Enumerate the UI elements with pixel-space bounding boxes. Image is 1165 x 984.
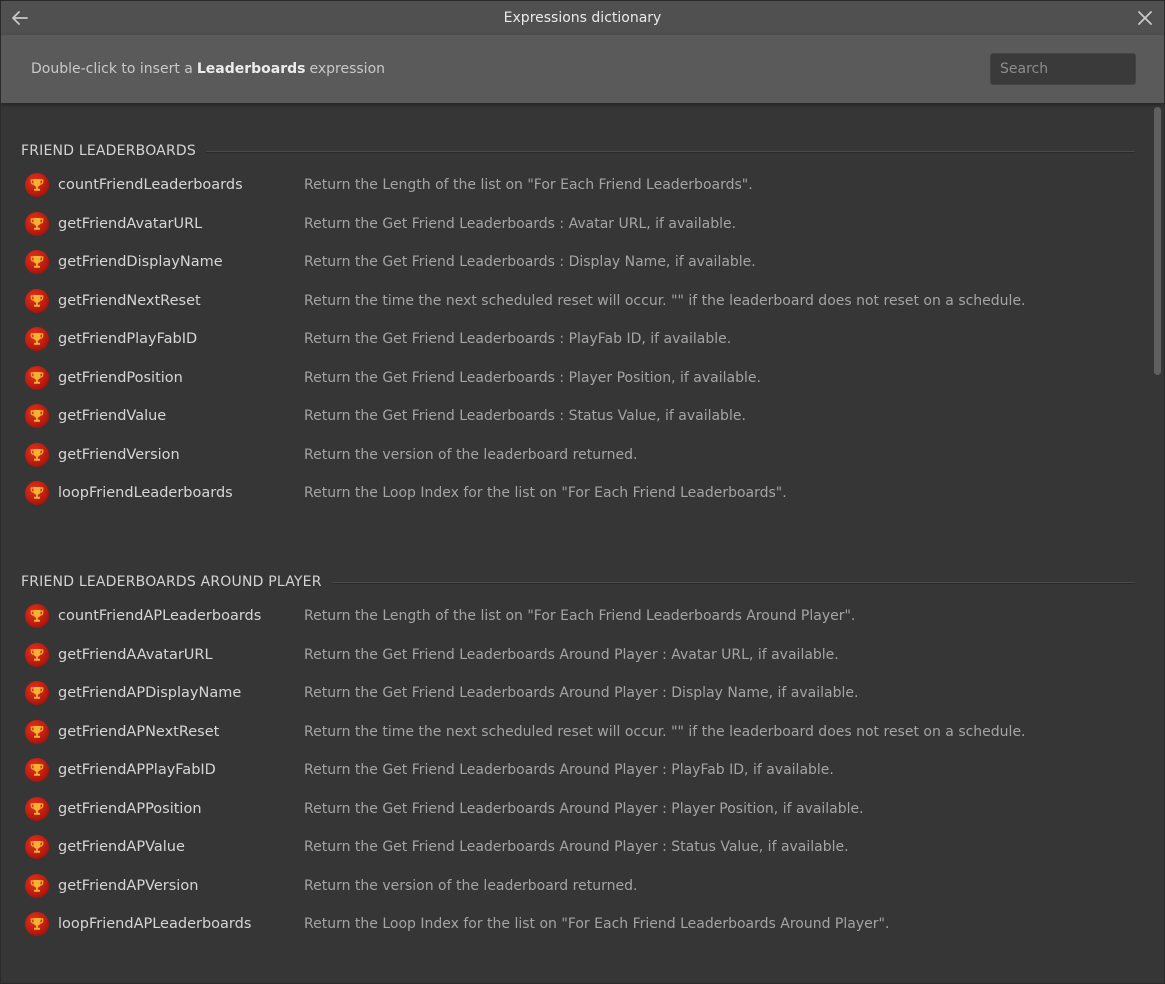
expression-name: getFriendAPDisplayName bbox=[58, 685, 242, 701]
expression-description: Return the Get Friend Leaderboards Aroun… bbox=[304, 800, 864, 817]
trophy-icon bbox=[25, 211, 49, 236]
expression-name: countFriendAPLeaderboards bbox=[58, 608, 262, 624]
section-header: FRIEND LEADERBOARDS AROUND PLAYER bbox=[21, 572, 1135, 592]
search-input[interactable] bbox=[990, 53, 1136, 85]
trophy-icon bbox=[25, 365, 49, 390]
expression-item[interactable]: getFriendPosition Return the Get Friend L… bbox=[25, 364, 1135, 392]
expression-name: countFriendLeaderboards bbox=[58, 177, 243, 193]
expression-description: Return the Get Friend Leaderboards : Dis… bbox=[304, 254, 756, 270]
expression-name: getFriendPlayFabID bbox=[58, 331, 198, 347]
expressions-dictionary-window: Expressions dictionary Double-click to i… bbox=[0, 0, 1165, 984]
expression-description: Return the version of the leaderboard re… bbox=[304, 446, 638, 463]
expression-description: Return the Length of the list on "For Ea… bbox=[304, 608, 856, 624]
expression-name: getFriendAPVersion bbox=[58, 877, 199, 894]
expression-name: getFriendVersion bbox=[58, 446, 180, 463]
instruction-bar: Double-click to insert a Leaderboards ex… bbox=[1, 35, 1164, 103]
expression-item[interactable]: getFriendDisplayName Return the Get Frien… bbox=[25, 248, 1135, 276]
expression-description: Return the Get Friend Leaderboards : Sta… bbox=[304, 408, 746, 424]
expression-description: Return the Get Friend Leaderboards Aroun… bbox=[304, 646, 839, 663]
trophy-icon bbox=[25, 604, 49, 628]
close-icon[interactable] bbox=[1134, 7, 1156, 29]
expression-item[interactable]: countFriendAPLeaderboards Return the Leng… bbox=[25, 602, 1135, 630]
expression-description: Return the Loop Index for the list on "F… bbox=[304, 916, 890, 932]
expression-item[interactable]: getFriendAPNextReset Return the time the … bbox=[25, 718, 1135, 746]
scrollbar[interactable] bbox=[1153, 107, 1162, 983]
expression-item[interactable]: getFriendAvatarURL Return the Get Friend … bbox=[25, 210, 1135, 238]
expression-name: loopFriendAPLeaderboards bbox=[58, 916, 252, 932]
expression-description: Return the time the next scheduled reset… bbox=[304, 723, 1026, 740]
expression-description: Return the time the next scheduled reset… bbox=[304, 292, 1026, 309]
trophy-icon bbox=[25, 288, 49, 313]
window-title: Expressions dictionary bbox=[503, 10, 662, 26]
expression-description: Return the Get Friend Leaderboards : Pla… bbox=[304, 331, 732, 347]
expression-name: getFriendAPPlayFabID bbox=[58, 762, 216, 778]
expression-name: getFriendValue bbox=[58, 408, 167, 424]
expression-list[interactable]: FRIEND LEADERBOARDS countFriendLeaderboar… bbox=[1, 103, 1151, 983]
trophy-icon bbox=[25, 873, 49, 898]
trophy-icon bbox=[25, 250, 49, 274]
expression-item[interactable]: getFriendAPPosition Return the Get Friend… bbox=[25, 795, 1135, 823]
section-title: FRIEND LEADERBOARDS bbox=[21, 143, 196, 159]
trophy-icon bbox=[25, 642, 49, 667]
expression-name: getFriendAAvatarURL bbox=[58, 646, 213, 663]
expression-item[interactable]: getFriendAAvatarURL Return the Get Friend… bbox=[25, 641, 1135, 669]
expression-description: Return the Get Friend Leaderboards Aroun… bbox=[304, 839, 849, 855]
title-bar: Expressions dictionary bbox=[1, 1, 1164, 35]
expression-item[interactable]: getFriendAPValue Return the Get Friend Le… bbox=[25, 833, 1135, 861]
expression-name: getFriendPosition bbox=[58, 369, 183, 386]
section-header: FRIEND LEADERBOARDS bbox=[21, 141, 1135, 161]
expression-item[interactable]: loopFriendAPLeaderboards Return the Loop … bbox=[25, 910, 1135, 938]
trophy-icon bbox=[25, 719, 49, 744]
expression-name: getFriendDisplayName bbox=[58, 254, 223, 270]
trophy-icon bbox=[25, 327, 49, 351]
expression-item[interactable]: getFriendAPPlayFabID Return the Get Frien… bbox=[25, 756, 1135, 784]
trophy-icon bbox=[25, 173, 49, 197]
expression-name: getFriendNextReset bbox=[58, 292, 201, 309]
instruction-prefix: Double-click to insert a bbox=[31, 61, 193, 77]
expression-item[interactable]: getFriendNextReset Return the time the ne… bbox=[25, 287, 1135, 315]
expression-item[interactable]: loopFriendLeaderboards Return the Loop In… bbox=[25, 479, 1135, 507]
expression-item[interactable]: getFriendValue Return the Get Friend Lead… bbox=[25, 402, 1135, 430]
expression-description: Return the Loop Index for the list on "F… bbox=[304, 485, 787, 501]
expression-item[interactable]: getFriendVersion Return the version of th… bbox=[25, 441, 1135, 469]
expression-item[interactable]: countFriendLeaderboards Return the Length… bbox=[25, 171, 1135, 199]
section: FRIEND LEADERBOARDS countFriendLeaderboar… bbox=[21, 141, 1135, 505]
trophy-icon bbox=[25, 442, 49, 467]
expression-name: getFriendAvatarURL bbox=[58, 215, 203, 232]
section-divider bbox=[205, 150, 1135, 152]
section: FRIEND LEADERBOARDS AROUND PLAYER countFr… bbox=[21, 572, 1135, 936]
expression-description: Return the Get Friend Leaderboards Aroun… bbox=[304, 685, 859, 701]
expression-description: Return the Get Friend Leaderboards : Pla… bbox=[304, 369, 761, 386]
trophy-icon bbox=[25, 481, 49, 505]
trophy-icon bbox=[25, 404, 49, 428]
expression-item[interactable]: getFriendAPVersion Return the version of … bbox=[25, 872, 1135, 900]
instruction-category: Leaderboards bbox=[196, 61, 306, 77]
expression-name: getFriendAPValue bbox=[58, 839, 185, 855]
scrollbar-thumb[interactable] bbox=[1154, 107, 1161, 375]
instruction-suffix: expression bbox=[309, 61, 386, 77]
expression-description: Return the version of the leaderboard re… bbox=[304, 877, 638, 894]
expression-name: getFriendAPPosition bbox=[58, 800, 202, 817]
arrow-left-icon[interactable] bbox=[9, 7, 31, 29]
trophy-icon bbox=[25, 912, 49, 936]
trophy-icon bbox=[25, 681, 49, 705]
trophy-icon bbox=[25, 796, 49, 821]
expression-description: Return the Get Friend Leaderboards : Ava… bbox=[304, 215, 737, 232]
expression-item[interactable]: getFriendAPDisplayName Return the Get Fri… bbox=[25, 679, 1135, 707]
trophy-icon bbox=[25, 835, 49, 859]
trophy-icon bbox=[25, 758, 49, 782]
expression-description: Return the Get Friend Leaderboards Aroun… bbox=[304, 762, 834, 778]
section-title: FRIEND LEADERBOARDS AROUND PLAYER bbox=[21, 574, 322, 590]
expression-item[interactable]: getFriendPlayFabID Return the Get Friend … bbox=[25, 325, 1135, 353]
expression-name: getFriendAPNextReset bbox=[58, 723, 220, 740]
section-divider bbox=[331, 581, 1135, 583]
expression-name: loopFriendLeaderboards bbox=[58, 485, 233, 501]
expression-description: Return the Length of the list on "For Ea… bbox=[304, 177, 753, 193]
